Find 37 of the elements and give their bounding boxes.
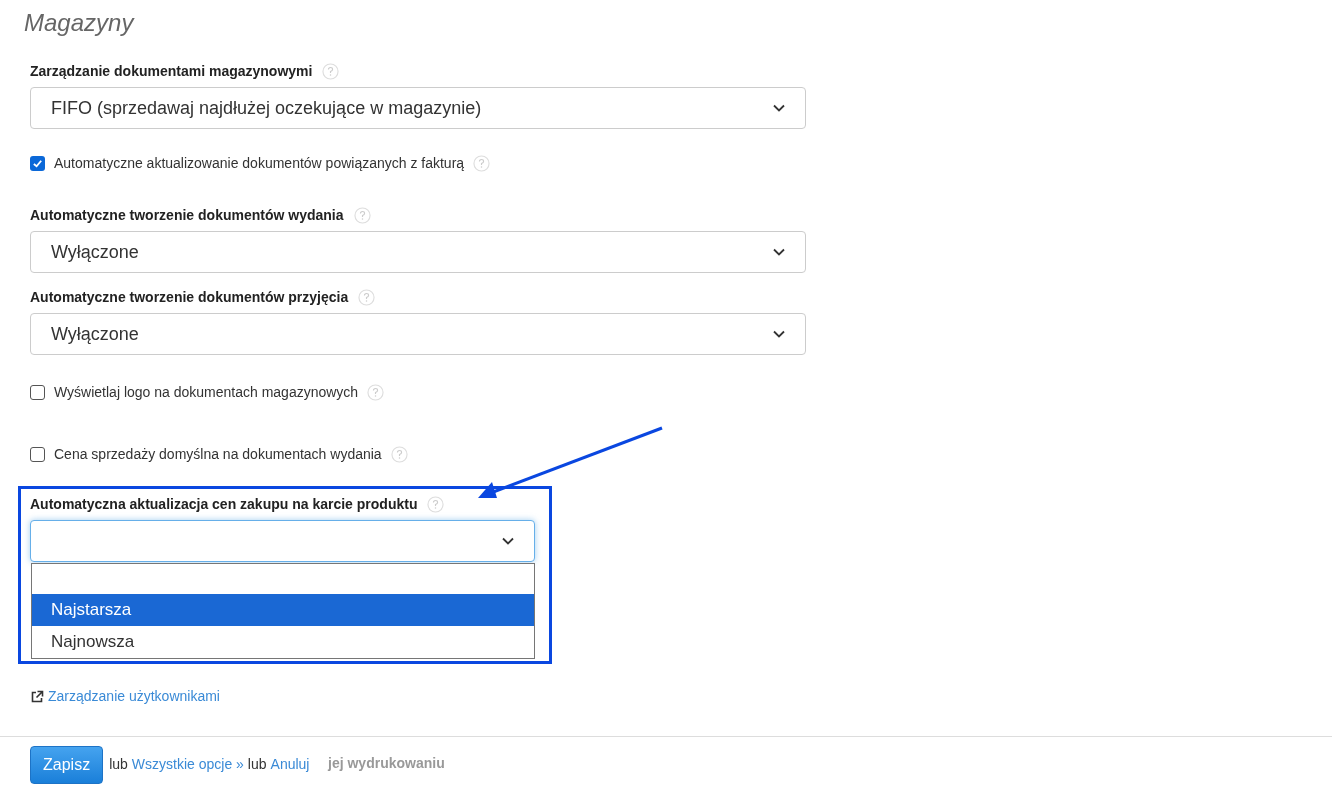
dropdown-option[interactable]: Najstarsza xyxy=(32,594,534,626)
help-icon[interactable] xyxy=(390,445,408,463)
chevron-down-icon xyxy=(773,330,785,338)
chevron-down-icon xyxy=(502,537,514,545)
checkbox[interactable] xyxy=(30,446,45,462)
checkbox-label: Cena sprzedaży domyślna na dokumentach wydania xyxy=(54,444,382,464)
help-icon[interactable] xyxy=(367,383,385,401)
external-link-icon xyxy=(30,689,44,704)
help-icon[interactable] xyxy=(473,154,491,172)
checkbox-label: Wyświetlaj logo na dokumentach magazynowych xyxy=(54,382,359,402)
or-text: lub xyxy=(109,755,128,774)
or-text: lub xyxy=(247,755,267,774)
chevron-down-icon xyxy=(773,248,785,256)
faded-label: jej wydrukowaniu xyxy=(328,754,445,773)
section-heading: Magazyny xyxy=(24,8,136,38)
select-field[interactable]: FIFO (sprzedawaj najdłużej oczekujące w magazynie) xyxy=(30,87,806,129)
field-label: Automatyczne tworzenie dokumentów przyjęcia xyxy=(30,287,349,307)
cancel-link[interactable]: Anuluj xyxy=(270,754,310,775)
field-label: Automatyczna aktualizacja cen zakupu na karcie produktu xyxy=(30,494,418,514)
help-icon[interactable] xyxy=(353,206,371,224)
select-field[interactable] xyxy=(30,520,535,562)
field-label: Automatyczne tworzenie dokumentów wydania xyxy=(30,205,344,225)
field-label: Zarządzanie dokumentami magazynowymi xyxy=(30,61,313,81)
help-icon[interactable] xyxy=(358,288,376,306)
users-link[interactable]: Zarządzanie użytkownikami xyxy=(48,686,220,707)
all-options-link[interactable]: Wszystkie opcje » xyxy=(131,754,244,775)
chevron-down-icon xyxy=(773,104,785,112)
select-field[interactable]: Wyłączone xyxy=(30,231,806,273)
checkbox[interactable] xyxy=(30,384,45,400)
checkbox-label: Automatyczne aktualizowanie dokumentów powiązanych z fakturą xyxy=(54,153,465,173)
dropdown-option[interactable]: Najnowsza xyxy=(32,626,534,658)
select-field[interactable]: Wyłączone xyxy=(30,313,806,355)
help-icon[interactable] xyxy=(322,62,340,80)
checkmark-icon xyxy=(32,157,43,169)
checkbox[interactable] xyxy=(30,155,45,171)
help-icon[interactable] xyxy=(427,495,445,513)
save-button[interactable]: Zapisz xyxy=(30,745,104,784)
